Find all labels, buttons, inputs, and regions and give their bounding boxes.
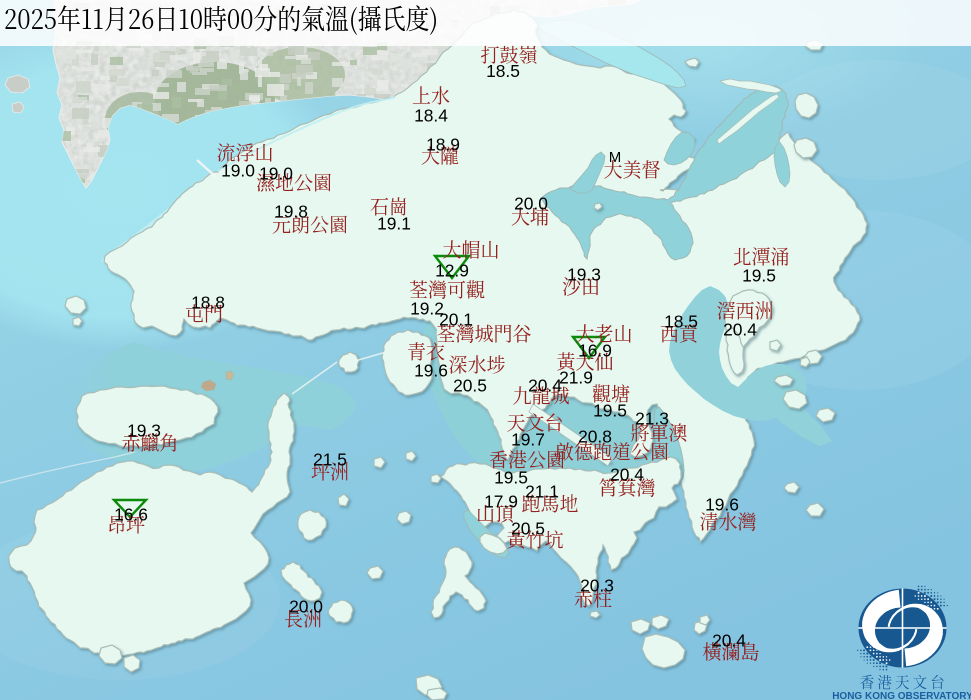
- svg-text:21.1: 21.1: [525, 482, 559, 502]
- svg-text:19.8: 19.8: [274, 202, 308, 222]
- svg-text:20.1: 20.1: [439, 310, 473, 330]
- svg-text:19.6: 19.6: [705, 495, 739, 515]
- svg-text:19.7: 19.7: [511, 430, 545, 450]
- svg-text:19.5: 19.5: [494, 468, 528, 488]
- svg-text:21.3: 21.3: [635, 409, 669, 429]
- svg-text:16.6: 16.6: [114, 505, 148, 525]
- svg-text:19.5: 19.5: [593, 401, 627, 421]
- svg-text:HONG KONG OBSERVATORY: HONG KONG OBSERVATORY: [832, 691, 971, 700]
- svg-text:20.5: 20.5: [511, 519, 545, 539]
- svg-text:19.5: 19.5: [742, 266, 776, 286]
- svg-text:20.4: 20.4: [723, 320, 757, 340]
- svg-text:20.8: 20.8: [578, 427, 612, 447]
- svg-text:19.1: 19.1: [377, 214, 411, 234]
- svg-text:19.0: 19.0: [259, 164, 293, 184]
- svg-text:19.6: 19.6: [414, 361, 448, 381]
- svg-text:16.9: 16.9: [578, 341, 612, 361]
- svg-text:18.5: 18.5: [664, 312, 698, 332]
- svg-text:20.4: 20.4: [528, 376, 562, 396]
- svg-text:20.4: 20.4: [712, 631, 746, 651]
- svg-text:20.0: 20.0: [514, 194, 548, 214]
- svg-text:20.5: 20.5: [453, 376, 487, 396]
- svg-text:18.9: 18.9: [426, 135, 460, 155]
- svg-text:18.8: 18.8: [191, 293, 225, 313]
- svg-text:20.4: 20.4: [610, 465, 644, 485]
- svg-text:21.9: 21.9: [559, 368, 593, 388]
- svg-text:19.3: 19.3: [127, 421, 161, 441]
- svg-text:M: M: [609, 149, 622, 166]
- svg-text:21.5: 21.5: [313, 450, 347, 470]
- svg-text:12.9: 12.9: [435, 261, 469, 281]
- svg-text:18.5: 18.5: [486, 61, 520, 81]
- svg-text:18.4: 18.4: [414, 106, 448, 126]
- svg-text:19.0: 19.0: [221, 161, 255, 181]
- svg-text:20.0: 20.0: [289, 597, 323, 617]
- svg-text:19.3: 19.3: [567, 265, 601, 285]
- svg-text:17.9: 17.9: [484, 492, 518, 512]
- svg-text:20.3: 20.3: [580, 576, 614, 596]
